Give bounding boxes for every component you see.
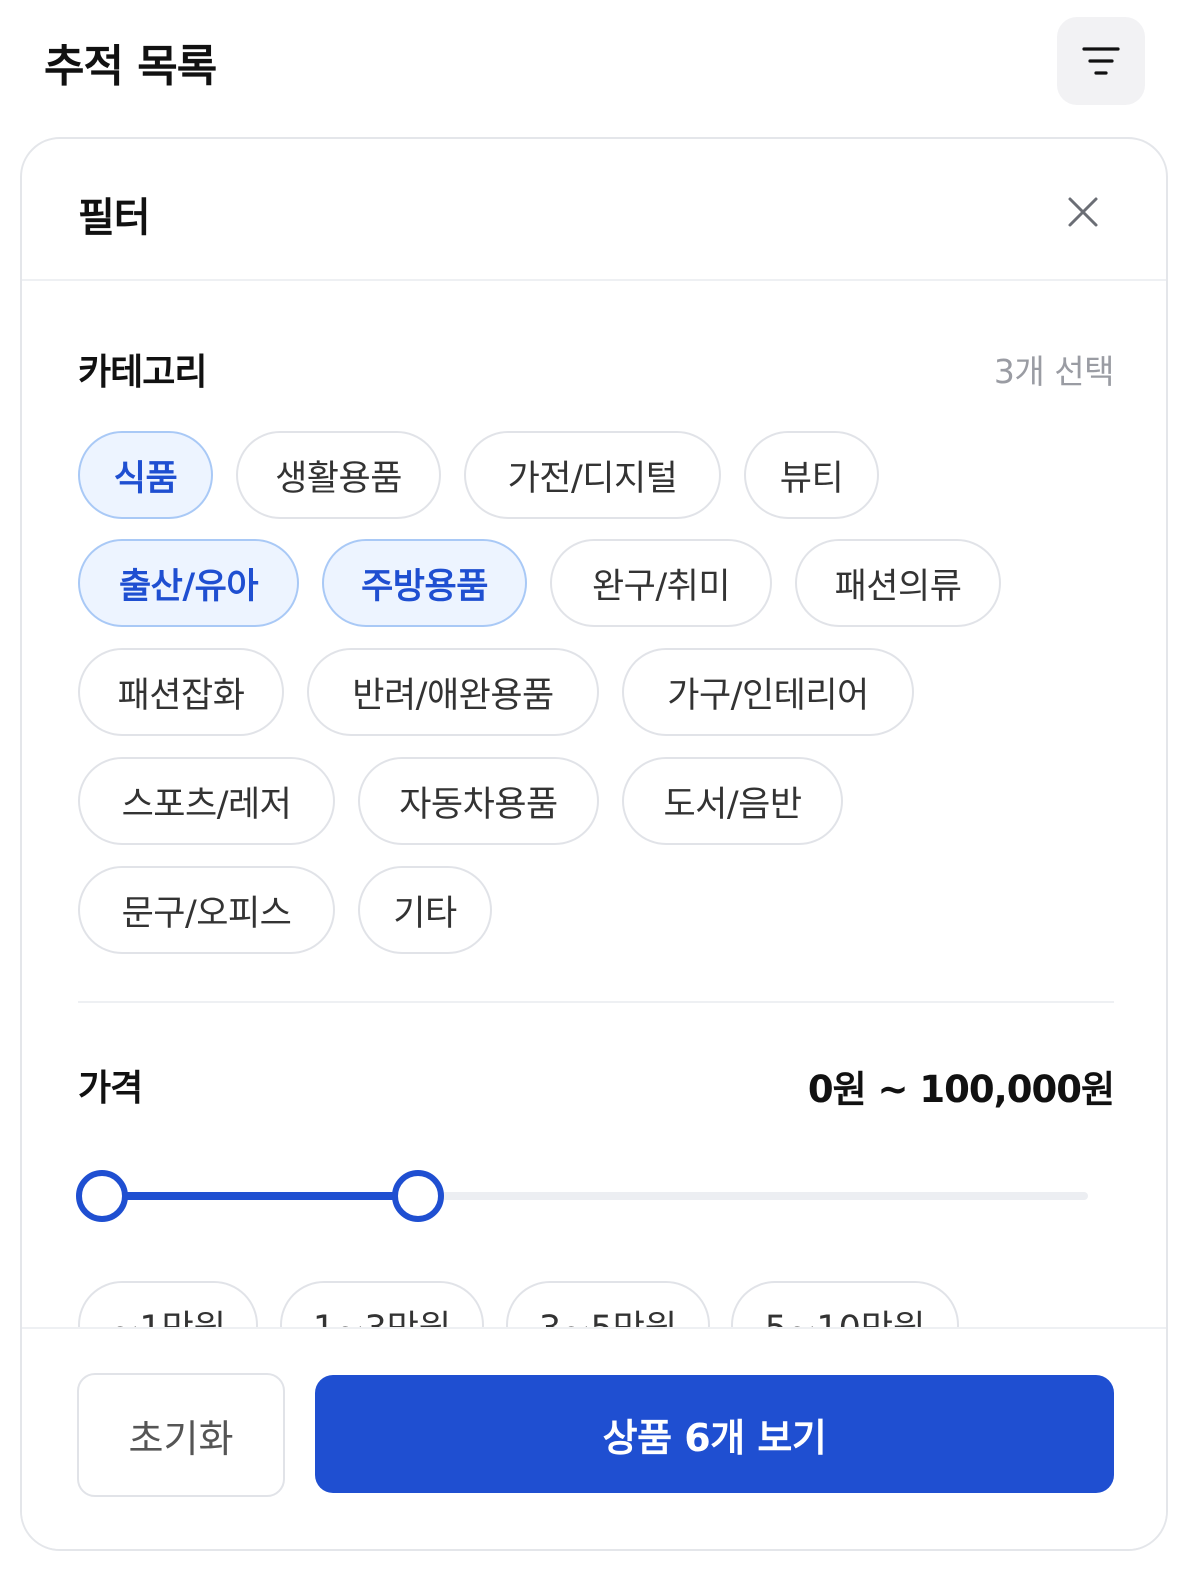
category-chip[interactable]: 자동차용품 <box>358 757 599 845</box>
category-chip[interactable]: 식품 <box>78 431 213 519</box>
price-preset-chip[interactable]: 1~3만원 <box>280 1281 484 1327</box>
filter-panel-footer: 초기화 상품 6개 보기 <box>22 1327 1166 1549</box>
filter-panel: 필터 카테고리 3개 선택 식품 생활용품 가전/디지털 뷰티 출산/유아 주방… <box>20 137 1168 1551</box>
close-icon <box>1068 197 1098 227</box>
filter-scroll-area[interactable]: 카테고리 3개 선택 식품 생활용품 가전/디지털 뷰티 출산/유아 주방용품 … <box>22 281 1166 1327</box>
price-title: 가격 <box>78 1068 143 1109</box>
category-chip[interactable]: 기타 <box>358 866 492 954</box>
price-range-label: 0원 ~ 100,000원 <box>807 1068 1115 1111</box>
category-chip[interactable]: 주방용품 <box>322 539 527 627</box>
apply-filter-button[interactable]: 상품 6개 보기 <box>315 1375 1114 1493</box>
filter-panel-header: 필터 <box>22 139 1166 281</box>
category-chip[interactable]: 뷰티 <box>744 431 879 519</box>
price-slider-min-handle[interactable] <box>76 1170 128 1222</box>
filter-panel-title: 필터 <box>78 195 151 241</box>
price-slider-max-handle[interactable] <box>391 1170 444 1222</box>
price-section-header: 가격 0원 ~ 100,000원 <box>78 1059 1115 1111</box>
category-chip[interactable]: 도서/음반 <box>622 757 843 845</box>
category-chip[interactable]: 생활용품 <box>236 431 441 519</box>
price-slider-fill <box>102 1192 418 1200</box>
reset-button[interactable]: 초기화 <box>77 1373 285 1497</box>
category-chip[interactable]: 스포츠/레저 <box>78 757 335 845</box>
category-chip[interactable]: 문구/오피스 <box>78 866 335 954</box>
category-chip[interactable]: 가전/디지털 <box>464 431 721 519</box>
category-chip[interactable]: 완구/취미 <box>550 539 772 627</box>
page-title: 추적 목록 <box>44 41 217 92</box>
category-chip[interactable]: 반려/애완용품 <box>307 648 599 736</box>
price-preset-chip[interactable]: 5~10만원 <box>731 1281 959 1327</box>
category-chip[interactable]: 패션잡화 <box>78 648 284 736</box>
category-chip[interactable]: 가구/인테리어 <box>622 648 914 736</box>
category-chip[interactable]: 패션의류 <box>795 539 1001 627</box>
category-chip[interactable]: 출산/유아 <box>78 539 299 627</box>
filter-lines-icon <box>1082 47 1120 75</box>
page-header: 추적 목록 <box>0 0 1202 120</box>
category-selected-count: 3개 선택 <box>993 352 1115 391</box>
category-section-header: 카테고리 3개 선택 <box>78 343 1115 393</box>
category-title: 카테고리 <box>78 352 207 393</box>
price-slider-track[interactable] <box>102 1192 1088 1200</box>
section-divider <box>78 1001 1114 1003</box>
price-preset-chip[interactable]: ~1만원 <box>78 1281 258 1327</box>
filter-toggle-button[interactable] <box>1057 17 1145 105</box>
price-preset-chip[interactable]: 3~5만원 <box>506 1281 710 1327</box>
close-button[interactable] <box>1060 189 1106 235</box>
